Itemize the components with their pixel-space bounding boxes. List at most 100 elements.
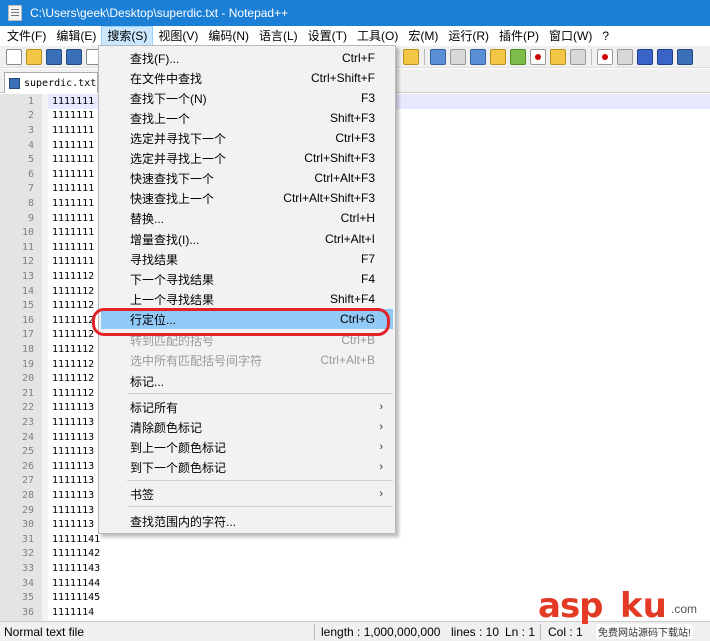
editor-line[interactable]: 16 1111112 xyxy=(0,313,94,328)
play-macro-icon[interactable] xyxy=(637,48,653,65)
menu-view[interactable]: 视图(V) xyxy=(153,26,203,46)
search-menu-item[interactable]: 到下一个颜色标记 › xyxy=(99,457,395,477)
search-menu-item[interactable]: 标记... xyxy=(99,371,395,391)
search-menu-item[interactable]: 查找(F)... Ctrl+F xyxy=(99,48,395,68)
editor-line[interactable]: 2 1111111 xyxy=(0,109,94,124)
menu-plugins[interactable]: 插件(P) xyxy=(494,26,544,46)
editor-line[interactable]: 15 1111112 xyxy=(0,298,94,313)
editor-line[interactable]: 36 1111114 xyxy=(0,605,94,620)
search-menu-item[interactable]: 快速查找上一个 Ctrl+Alt+Shift+F3 xyxy=(99,188,395,208)
editor-line[interactable]: 11 1111111 xyxy=(0,240,94,255)
search-menu-item[interactable]: 查找下一个(N) F3 xyxy=(99,88,395,108)
menu-search[interactable]: 搜索(S) xyxy=(101,26,154,46)
folder-workspace-icon[interactable] xyxy=(530,48,546,65)
search-menu-item[interactable]: 查找上一个 Shift+F3 xyxy=(99,108,395,128)
editor-line[interactable]: 33 11111143 xyxy=(0,561,100,576)
indent-guide-icon[interactable] xyxy=(470,48,486,65)
editor-line[interactable]: 17 1111112 xyxy=(0,328,94,343)
search-menu-item[interactable]: 快速查找下一个 Ctrl+Alt+F3 xyxy=(99,168,395,188)
save-macro-icon[interactable] xyxy=(677,48,693,65)
stop-macro-icon[interactable] xyxy=(617,48,633,65)
editor-line[interactable]: 4 1111111 xyxy=(0,138,94,153)
search-menu-item[interactable]: 选定并寻找下一个 Ctrl+F3 xyxy=(99,128,395,148)
editor-line[interactable]: 9 1111111 xyxy=(0,211,94,226)
search-menu-item[interactable]: 下一个寻找结果 F4 xyxy=(99,269,395,289)
menu-language[interactable]: 语言(L) xyxy=(254,26,303,46)
open-file-icon[interactable] xyxy=(26,48,42,65)
wrap-icon[interactable] xyxy=(430,48,446,65)
show-symbols-icon[interactable] xyxy=(450,48,466,65)
editor-line[interactable]: 13 1111112 xyxy=(0,269,94,284)
line-text: 1111111 xyxy=(52,154,95,166)
search-menu-item[interactable]: 在文件中查找 Ctrl+Shift+F xyxy=(99,68,395,88)
menu-item-label: 下一个寻找结果 xyxy=(130,272,215,287)
editor-line[interactable]: 31 11111141 xyxy=(0,532,100,547)
menu-encoding[interactable]: 编码(N) xyxy=(203,26,254,46)
menu-item-shortcut: F3 xyxy=(360,91,375,105)
menu-help[interactable]: ? xyxy=(597,26,614,46)
editor-line[interactable]: 1 1111111 xyxy=(0,94,94,109)
new-file-icon[interactable] xyxy=(6,48,22,65)
function-list-icon[interactable] xyxy=(510,48,526,65)
tab-superdic[interactable]: superdic.txt ✕ xyxy=(4,72,110,93)
fold-margin xyxy=(42,94,48,621)
menu-macro[interactable]: 宏(M) xyxy=(403,26,443,46)
menu-item-label: 选定并寻找下一个 xyxy=(130,131,227,146)
editor-line[interactable]: 24 1111113 xyxy=(0,430,94,445)
menu-window[interactable]: 窗口(W) xyxy=(544,26,597,46)
line-text: 1111112 xyxy=(52,358,95,370)
editor-line[interactable]: 8 1111111 xyxy=(0,196,94,211)
search-menu-item[interactable]: 选定并寻找上一个 Ctrl+Shift+F3 xyxy=(99,148,395,168)
search-menu-item[interactable]: 标记所有 › xyxy=(99,397,395,417)
run-macro-multiple-icon[interactable] xyxy=(657,48,673,65)
menu-file[interactable]: 文件(F) xyxy=(2,26,51,46)
editor-line[interactable]: 21 1111112 xyxy=(0,386,94,401)
editor-line[interactable]: 18 1111112 xyxy=(0,342,94,357)
menu-item-label: 在文件中查找 xyxy=(130,71,203,86)
editor-line[interactable]: 32 11111142 xyxy=(0,547,100,562)
monitor-icon[interactable] xyxy=(550,48,566,65)
editor-line[interactable]: 5 1111111 xyxy=(0,152,94,167)
editor-line[interactable]: 19 1111112 xyxy=(0,357,94,372)
search-menu-item[interactable]: 寻找结果 F7 xyxy=(99,249,395,269)
doc-map-icon[interactable] xyxy=(490,48,506,65)
editor-line[interactable]: 3 1111111 xyxy=(0,123,94,138)
menu-tools[interactable]: 工具(O) xyxy=(352,26,403,46)
save-all-icon[interactable] xyxy=(66,48,82,65)
search-menu-item[interactable]: 查找范围内的字符... xyxy=(99,511,395,531)
line-text: 1111112 xyxy=(52,373,95,385)
line-number: 15 xyxy=(21,300,34,312)
menu-settings[interactable]: 设置(T) xyxy=(303,26,352,46)
editor-line[interactable]: 26 1111113 xyxy=(0,459,94,474)
eye-icon[interactable] xyxy=(570,48,586,65)
editor-line[interactable]: 7 1111111 xyxy=(0,182,94,197)
editor-line[interactable]: 14 1111112 xyxy=(0,284,94,299)
editor-line[interactable]: 25 1111113 xyxy=(0,444,94,459)
search-menu-item[interactable]: 到上一个颜色标记 › xyxy=(99,437,395,457)
editor-line[interactable]: 28 1111113 xyxy=(0,488,94,503)
editor-line[interactable]: 12 1111111 xyxy=(0,255,94,270)
save-icon[interactable] xyxy=(46,48,62,65)
editor-line[interactable]: 10 1111111 xyxy=(0,225,94,240)
menu-edit[interactable]: 编辑(E) xyxy=(51,26,101,46)
editor-line[interactable]: 35 11111145 xyxy=(0,590,100,605)
search-menu-item[interactable]: 书签 › xyxy=(99,484,395,504)
search-menu-item[interactable]: 上一个寻找结果 Shift+F4 xyxy=(99,289,395,309)
menu-run[interactable]: 运行(R) xyxy=(443,26,494,46)
editor-line[interactable]: 22 1111113 xyxy=(0,401,94,416)
record-macro-icon[interactable] xyxy=(597,48,613,65)
editor-line[interactable]: 34 11111144 xyxy=(0,576,100,591)
editor-line[interactable]: 30 1111113 xyxy=(0,517,94,532)
editor-line[interactable]: 29 1111113 xyxy=(0,503,94,518)
search-menu-item[interactable]: 替换... Ctrl+H xyxy=(99,208,395,228)
line-text: 1111111 xyxy=(52,227,95,239)
editor-line[interactable]: 20 1111112 xyxy=(0,371,94,386)
search-menu-item[interactable]: 清除颜色标记 › xyxy=(99,417,395,437)
menu-item-label: 书签 xyxy=(130,487,155,502)
search-menu-item[interactable]: 增量查找(I)... Ctrl+Alt+I xyxy=(99,229,395,249)
editor-line[interactable]: 23 1111113 xyxy=(0,415,94,430)
line-text: 1111112 xyxy=(52,314,95,326)
zoom-icon[interactable] xyxy=(403,48,419,65)
editor-line[interactable]: 27 1111113 xyxy=(0,474,94,489)
editor-line[interactable]: 6 1111111 xyxy=(0,167,94,182)
